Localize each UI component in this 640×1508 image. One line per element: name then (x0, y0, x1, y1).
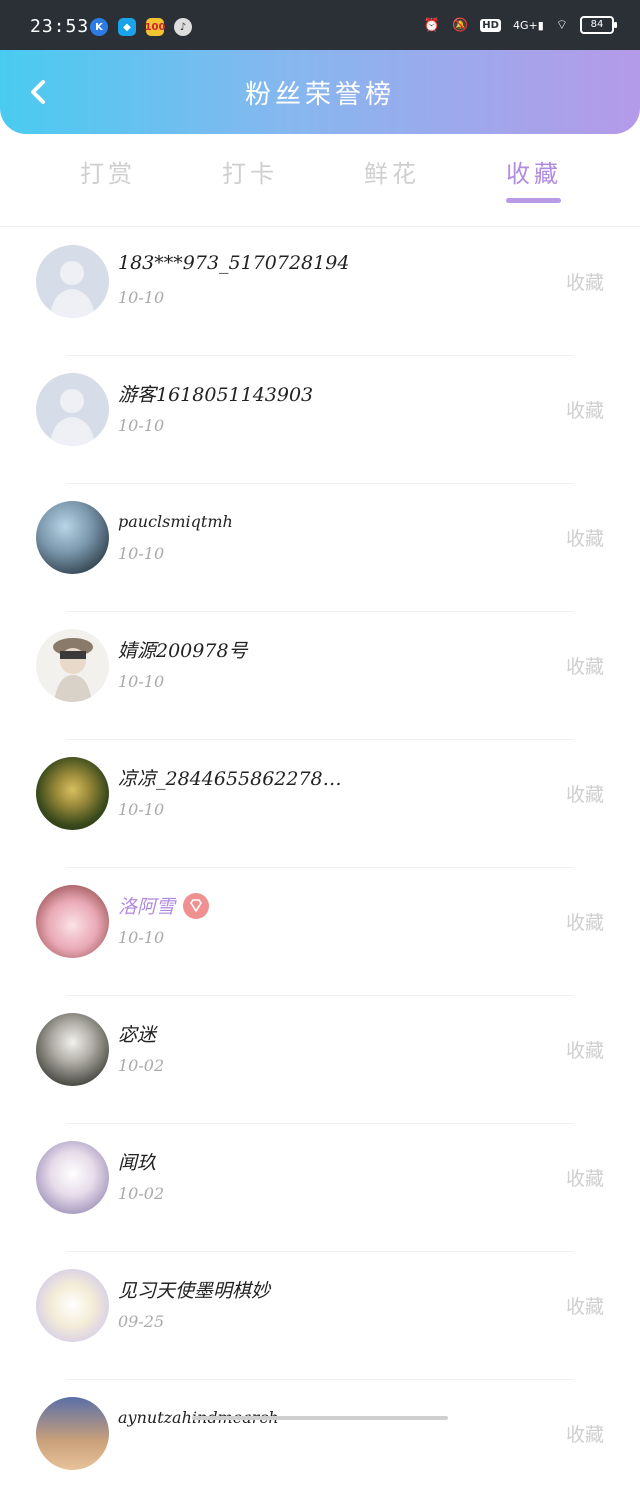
tab-bar: 打赏 打卡 鲜花 收藏 (0, 134, 640, 227)
fan-name: 婧源200978号 (118, 640, 248, 662)
home-indicator[interactable] (192, 1416, 448, 1420)
fan-name: 游客1618051143903 (118, 384, 314, 406)
action-label: 收藏 (565, 528, 604, 550)
fan-name: 见习天使墨明棋妙 (118, 1280, 271, 1302)
fan-date: 10-10 (118, 544, 165, 563)
fan-date: 10-02 (118, 1184, 165, 1203)
app-music-icon: ♪ (174, 18, 192, 36)
avatar (36, 373, 109, 446)
action-label: 收藏 (565, 400, 604, 422)
list-item[interactable]: 见习天使墨明棋妙 09-25 收藏 (0, 1252, 640, 1380)
fan-name: pauclsmiqtmh (118, 512, 233, 531)
active-tab-indicator (506, 198, 561, 203)
list-item[interactable]: pauclsmiqtmh 10-10 收藏 (0, 484, 640, 612)
list-item[interactable]: 游客1618051143903 10-10 收藏 (0, 356, 640, 484)
system-icons: ⏰ 🔕 HD 4G+▮ ⌔ 84 (423, 16, 617, 34)
action-label: 收藏 (565, 1296, 604, 1318)
notification-icons: K ◆ 100 ♪ (90, 18, 192, 36)
fan-date: 10-10 (118, 672, 165, 691)
list-item[interactable]: 宓迷 10-02 收藏 (0, 996, 640, 1124)
user-photo-icon (53, 638, 93, 702)
fan-name-text: 洛阿雪 (118, 896, 176, 918)
alarm-icon: ⏰ (423, 17, 441, 33)
action-label: 收藏 (565, 1424, 604, 1446)
page-title: 粉丝荣誉榜 (244, 80, 395, 110)
fan-date: 10-02 (118, 1056, 165, 1075)
fan-name: 闻玖 (118, 1152, 157, 1174)
mute-icon: 🔕 (452, 17, 469, 33)
action-label: 收藏 (565, 784, 604, 806)
list-item[interactable]: 婧源200978号 10-10 收藏 (0, 612, 640, 740)
tab-favorites[interactable]: 收藏 (494, 154, 574, 189)
fan-list: 183***973_5170728194 10-10 收藏 游客16180511… (0, 228, 640, 1508)
fan-name: 183***973_5170728194 (118, 252, 350, 274)
default-avatar-icon (36, 373, 109, 446)
app-100-icon: 100 (145, 18, 165, 36)
list-item[interactable]: 闻玖 10-02 收藏 (0, 1124, 640, 1252)
fan-date: 09-25 (118, 1312, 165, 1331)
avatar (36, 1397, 109, 1470)
avatar (36, 1269, 109, 1342)
status-bar: 23:53 K ◆ 100 ♪ ⏰ 🔕 HD 4G+▮ ⌔ 84 (0, 0, 640, 50)
vip-diamond-icon (183, 893, 210, 919)
hd-icon: HD (480, 18, 501, 32)
fan-date: 10-10 (118, 416, 165, 435)
fan-name: 洛阿雪 (118, 892, 210, 921)
list-item[interactable]: 洛阿雪 10-10 收藏 (0, 868, 640, 996)
status-time: 23:53 (30, 16, 90, 37)
avatar (36, 1013, 109, 1086)
list-item[interactable]: aynutzahindmearch 收藏 (0, 1380, 640, 1508)
action-label: 收藏 (565, 912, 604, 934)
action-label: 收藏 (565, 1040, 604, 1062)
avatar (36, 245, 109, 318)
app-k-icon: K (90, 18, 108, 36)
action-label: 收藏 (565, 272, 604, 294)
avatar (36, 885, 109, 958)
list-item[interactable]: 凉凉_2844655862278… 10-10 收藏 (0, 740, 640, 868)
fan-date: 10-10 (118, 288, 165, 307)
default-avatar-icon (36, 245, 109, 318)
signal-icon: 4G+▮ (512, 18, 544, 32)
battery-icon: 84 (580, 16, 617, 34)
action-label: 收藏 (565, 1168, 604, 1190)
header-bar: 粉丝荣誉榜 (0, 50, 640, 134)
fan-name: 宓迷 (118, 1024, 157, 1046)
wifi-icon: ⌔ (555, 18, 568, 33)
network-label: 4G+ (512, 18, 538, 32)
avatar (36, 629, 109, 702)
fan-date: 10-10 (118, 928, 165, 947)
avatar (36, 501, 109, 574)
avatar (36, 1141, 109, 1214)
fan-date: 10-10 (118, 800, 165, 819)
diamond-icon (190, 899, 202, 913)
avatar (36, 757, 109, 830)
action-label: 收藏 (565, 656, 604, 678)
list-item[interactable]: 183***973_5170728194 10-10 收藏 (0, 228, 640, 356)
tab-reward[interactable]: 打赏 (68, 154, 148, 189)
qq-icon: ◆ (118, 18, 136, 36)
tab-flowers[interactable]: 鲜花 (352, 154, 432, 189)
tab-checkin[interactable]: 打卡 (210, 154, 290, 189)
fan-name: 凉凉_2844655862278… (118, 768, 342, 790)
